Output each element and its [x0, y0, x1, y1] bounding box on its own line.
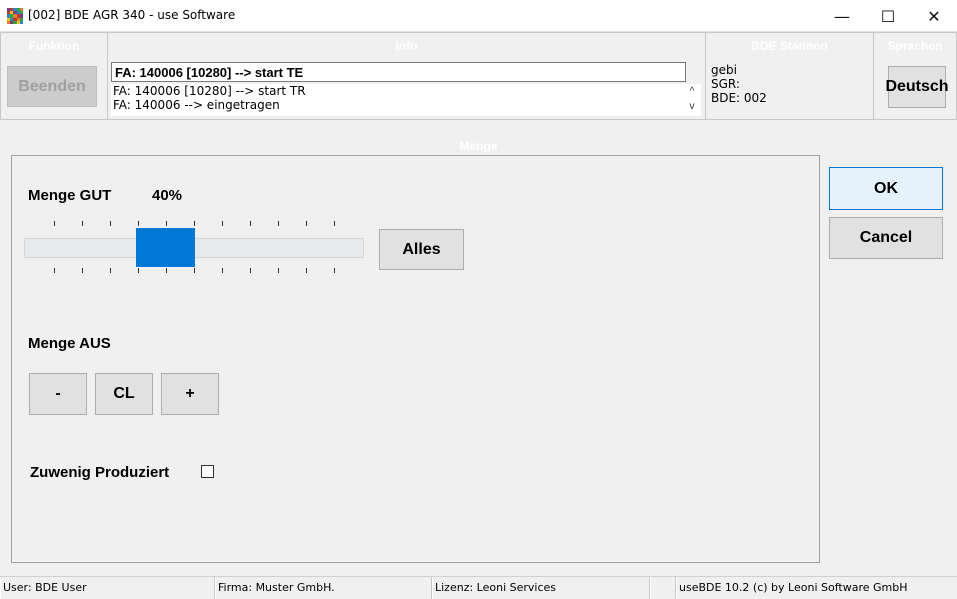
slider-tick: [166, 221, 167, 226]
slider-tick: [334, 268, 335, 273]
window-title: [002] BDE AGR 340 - use Software: [28, 8, 236, 22]
slider-tick: [334, 221, 335, 226]
alles-button[interactable]: Alles: [379, 229, 464, 270]
slider-tick: [54, 221, 55, 226]
language-button[interactable]: Deutsch: [885, 66, 949, 108]
sprachen-panel-title: Sprachen: [887, 39, 943, 53]
slider-tick: [222, 268, 223, 273]
info-log-line: FA: 140006 --> eingetragen: [113, 98, 280, 112]
slider-tick: [110, 221, 111, 226]
station-line: SGR:: [711, 77, 740, 91]
info-scrollbar[interactable]: ^ v: [684, 84, 700, 116]
info-current-entry: FA: 140006 [10280] --> start TE: [111, 62, 686, 82]
status-user: User: BDE User: [0, 577, 215, 599]
station-line: gebi: [711, 63, 737, 77]
status-empty: [650, 577, 676, 599]
menge-gut-percent: 40%: [152, 187, 183, 204]
app-icon: [7, 8, 23, 24]
slider-tick: [278, 268, 279, 273]
slider-tick: [194, 268, 195, 273]
maximize-button[interactable]: ☐: [865, 0, 911, 32]
slider-tick: [166, 268, 167, 273]
minus-button[interactable]: -: [29, 373, 87, 415]
zuwenig-produziert-label: Zuwenig Produziert: [30, 464, 170, 481]
status-lizenz: Lizenz: Leoni Services: [432, 577, 650, 599]
menge-section-title: Menge: [459, 139, 498, 153]
slider-tick: [138, 268, 139, 273]
menge-gut-slider-thumb[interactable]: [136, 228, 195, 267]
station-panel-title: BDE Statinon: [751, 39, 828, 53]
info-log-line: FA: 140006 [10280] --> start TR: [113, 84, 306, 98]
status-version: useBDE 10.2 (c) by Leoni Software GmbH: [676, 577, 957, 599]
clear-button[interactable]: CL: [95, 373, 153, 415]
beenden-button[interactable]: Beenden: [7, 66, 97, 107]
slider-tick: [82, 268, 83, 273]
slider-tick: [306, 221, 307, 226]
close-button[interactable]: ✕: [911, 0, 957, 32]
slider-tick: [54, 268, 55, 273]
info-panel-title: Info: [395, 39, 418, 53]
menge-group-box: [11, 155, 820, 563]
slider-tick: [82, 221, 83, 226]
ok-button[interactable]: OK: [829, 167, 943, 210]
slider-tick: [194, 221, 195, 226]
minimize-button[interactable]: —: [819, 0, 865, 32]
close-icon: ✕: [927, 6, 941, 26]
info-log-list[interactable]: FA: 140006 [10280] --> start TR FA: 1400…: [111, 84, 701, 116]
slider-tick: [222, 221, 223, 226]
funktion-panel-title: Funktion: [28, 39, 80, 53]
slider-tick: [138, 221, 139, 226]
scroll-up-icon[interactable]: ^: [684, 84, 700, 99]
slider-tick: [250, 221, 251, 226]
menge-gut-label: Menge GUT: [28, 187, 112, 204]
slider-tick: [278, 221, 279, 226]
plus-button[interactable]: +: [161, 373, 219, 415]
slider-tick: [250, 268, 251, 273]
status-firma: Firma: Muster GmbH.: [215, 577, 432, 599]
cancel-button[interactable]: Cancel: [829, 217, 943, 259]
minimize-icon: —: [834, 6, 850, 26]
slider-tick: [110, 268, 111, 273]
station-info: gebi SGR: BDE: 002: [711, 63, 767, 105]
menge-aus-label: Menge AUS: [28, 335, 111, 352]
station-line: BDE: 002: [711, 91, 767, 105]
slider-tick: [306, 268, 307, 273]
scroll-down-icon[interactable]: v: [684, 99, 700, 114]
zuwenig-produziert-checkbox[interactable]: [201, 465, 214, 478]
maximize-icon: ☐: [880, 6, 896, 26]
